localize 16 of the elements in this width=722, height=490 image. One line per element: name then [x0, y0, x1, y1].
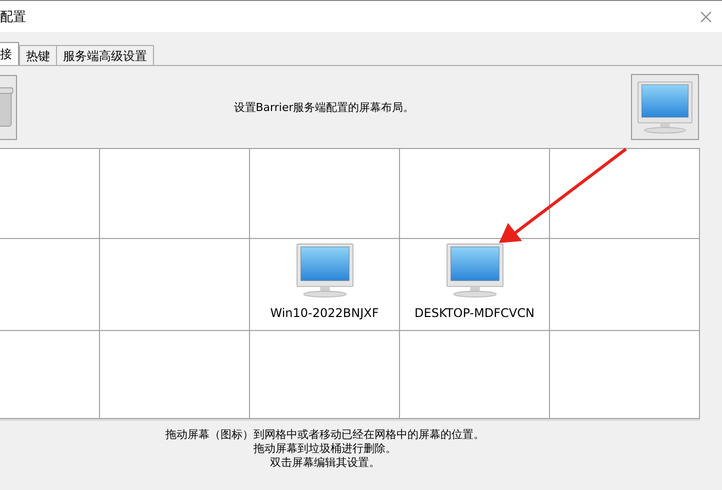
new-screen-button[interactable]	[631, 74, 699, 140]
tab[interactable]: 服务端高级设置	[56, 45, 154, 65]
instruction-text: 双击屏幕编辑其设置。	[270, 456, 380, 470]
close-icon[interactable]	[700, 10, 712, 22]
tab[interactable]: 接	[0, 42, 19, 65]
trash-button[interactable]	[0, 74, 17, 140]
screen-name: Win10-2022BNJXF	[270, 306, 379, 320]
instruction-text: 拖动屏幕到垃圾桶进行删除。	[254, 442, 396, 456]
monitor-icon	[637, 80, 693, 134]
monitor-icon	[446, 243, 504, 298]
instruction-text: 拖动屏幕（图标）到网格中或者移动已经在网格中的屏幕的位置。	[166, 428, 484, 442]
screen-name: DESKTOP-MDFCVCN	[414, 306, 534, 320]
window-title: 配置	[0, 8, 26, 26]
monitor-icon	[296, 243, 354, 298]
tab[interactable]: 热键	[19, 45, 57, 65]
layout-hint: 设置Barrier服务端配置的屏幕布局。	[234, 100, 414, 114]
